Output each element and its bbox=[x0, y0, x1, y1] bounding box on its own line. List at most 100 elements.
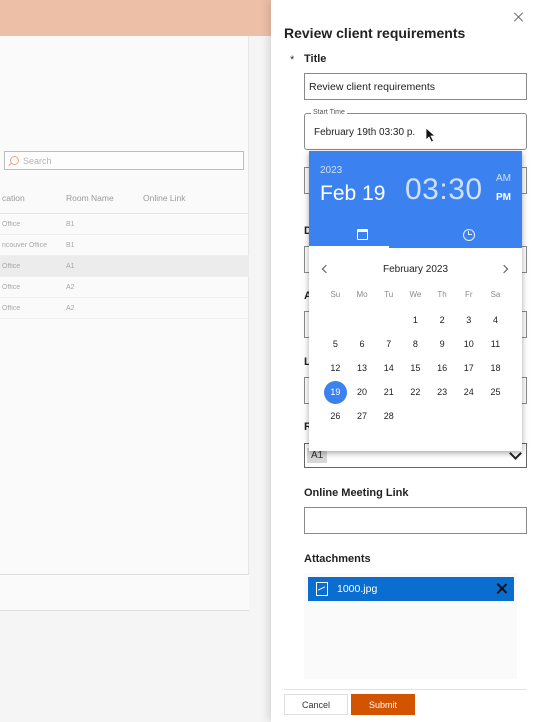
table-row[interactable]: Office A2 bbox=[0, 298, 249, 319]
picker-time[interactable]: 03:30 bbox=[405, 173, 483, 207]
calendar-day-number: 19 bbox=[323, 380, 347, 404]
calendar-day-number: 20 bbox=[357, 387, 368, 397]
calendar-day[interactable]: 17 bbox=[455, 356, 482, 380]
am-toggle[interactable]: AM bbox=[496, 173, 511, 184]
table-row[interactable]: Office A2 bbox=[0, 277, 249, 298]
calendar-day[interactable]: 16 bbox=[429, 356, 456, 380]
calendar-blank bbox=[322, 308, 349, 332]
table-cell: B1 bbox=[66, 241, 75, 249]
pm-toggle[interactable]: PM bbox=[496, 192, 511, 203]
picker-year[interactable]: 2023 bbox=[320, 165, 342, 176]
calendar-day[interactable]: 18 bbox=[482, 356, 509, 380]
calendar-day-number: 8 bbox=[412, 339, 418, 349]
next-month-button[interactable] bbox=[499, 263, 512, 277]
weekday-label: Sa bbox=[490, 290, 501, 299]
calendar-day-number: 21 bbox=[383, 387, 394, 397]
close-icon[interactable] bbox=[512, 10, 526, 24]
image-file-icon bbox=[316, 582, 328, 596]
calendar-day[interactable]: 3 bbox=[455, 308, 482, 332]
calendar-day[interactable]: 5 bbox=[322, 332, 349, 356]
calendar-day-selected[interactable]: 19 bbox=[322, 380, 349, 404]
table-row[interactable]: ncouver Office B1 bbox=[0, 235, 249, 256]
search-box[interactable]: Search bbox=[4, 151, 244, 170]
tab-date[interactable] bbox=[309, 221, 415, 248]
card-footer bbox=[0, 574, 249, 611]
calendar-day-number: 28 bbox=[383, 411, 394, 421]
rooms-table: cation Room Name Online Link Office B1 n… bbox=[0, 182, 249, 319]
calendar-day[interactable]: 14 bbox=[375, 356, 402, 380]
required-marker: * bbox=[290, 54, 295, 66]
calendar-day[interactable]: 15 bbox=[402, 356, 429, 380]
calendar-day-number: 3 bbox=[466, 315, 472, 325]
remove-attachment-icon[interactable] bbox=[495, 582, 508, 595]
mouse-cursor-icon bbox=[425, 127, 437, 143]
calendar-day[interactable]: 4 bbox=[482, 308, 509, 332]
start-time-value: February 19th 03:30 p. bbox=[314, 127, 416, 138]
calendar-day-number: 27 bbox=[357, 411, 368, 421]
calendar-day-number: 6 bbox=[359, 339, 365, 349]
calendar-day-number: 2 bbox=[439, 315, 445, 325]
calendar-day-number: 10 bbox=[463, 339, 474, 349]
table-cell: Office bbox=[2, 283, 21, 291]
active-tab-indicator bbox=[309, 246, 389, 248]
table-cell: A1 bbox=[66, 262, 75, 270]
calendar-day[interactable]: 22 bbox=[402, 380, 429, 404]
online-link-label: Online Meeting Link bbox=[304, 487, 409, 499]
weekday-label: Su bbox=[330, 290, 341, 299]
table-cell: Office bbox=[2, 304, 21, 312]
cancel-button[interactable]: Cancel bbox=[284, 694, 348, 715]
calendar-day[interactable]: 24 bbox=[455, 380, 482, 404]
column-header-room-name: Room Name bbox=[66, 192, 114, 203]
attachment-item[interactable]: 1000.jpg bbox=[308, 577, 514, 601]
search-icon bbox=[10, 156, 19, 165]
calendar-day[interactable]: 10 bbox=[455, 332, 482, 356]
table-row-selected[interactable]: Office A1 bbox=[0, 256, 249, 277]
calendar-day[interactable]: 21 bbox=[375, 380, 402, 404]
online-link-input[interactable] bbox=[304, 507, 527, 534]
calendar-day[interactable]: 25 bbox=[482, 380, 509, 404]
weekday-label: We bbox=[409, 290, 422, 299]
table-cell: Office bbox=[2, 262, 21, 270]
table-cell: B1 bbox=[66, 220, 75, 228]
calendar-day-number: 22 bbox=[410, 387, 421, 397]
app-banner bbox=[0, 0, 280, 36]
column-header-location: cation bbox=[2, 192, 25, 203]
calendar-day[interactable]: 13 bbox=[349, 356, 376, 380]
calendar-day[interactable]: 2 bbox=[429, 308, 456, 332]
search-placeholder: Search bbox=[23, 155, 52, 166]
calendar-day-number: 18 bbox=[490, 363, 501, 373]
table-row[interactable]: Office B1 bbox=[0, 214, 249, 235]
chevron-right-icon bbox=[499, 264, 509, 274]
calendar-day[interactable]: 27 bbox=[349, 404, 376, 428]
submit-button[interactable]: Submit bbox=[351, 694, 415, 715]
calendar-day[interactable]: 6 bbox=[349, 332, 376, 356]
calendar-day-number: 24 bbox=[463, 387, 474, 397]
tab-time[interactable] bbox=[416, 221, 522, 248]
calendar-day[interactable]: 11 bbox=[482, 332, 509, 356]
calendar-day-number: 15 bbox=[410, 363, 421, 373]
calendar-day[interactable]: 7 bbox=[375, 332, 402, 356]
start-time-label: Start Time bbox=[311, 109, 347, 116]
column-header-online-link: Online Link bbox=[143, 192, 186, 203]
table-cell: Office bbox=[2, 220, 21, 228]
picker-date[interactable]: Feb 19 bbox=[320, 182, 385, 206]
table-cell: ncouver Office bbox=[2, 241, 48, 249]
calendar-day[interactable]: 8 bbox=[402, 332, 429, 356]
calendar-day[interactable]: 20 bbox=[349, 380, 376, 404]
calendar-day-number: 26 bbox=[330, 411, 341, 421]
calendar-day[interactable]: 12 bbox=[322, 356, 349, 380]
calendar-blank bbox=[349, 308, 376, 332]
calendar-day[interactable]: 9 bbox=[429, 332, 456, 356]
calendar-day[interactable]: 26 bbox=[322, 404, 349, 428]
calendar-day-number: 14 bbox=[383, 363, 394, 373]
weekday-label: Th bbox=[437, 290, 447, 299]
calendar-day[interactable]: 28 bbox=[375, 404, 402, 428]
calendar-day[interactable]: 1 bbox=[402, 308, 429, 332]
title-input[interactable] bbox=[304, 73, 527, 100]
calendar-day-number: 16 bbox=[437, 363, 448, 373]
calendar-day[interactable]: 23 bbox=[429, 380, 456, 404]
calendar-blank bbox=[375, 308, 402, 332]
start-time-field[interactable]: Start Time February 19th 03:30 p. bbox=[304, 109, 527, 150]
calendar-day-number: 25 bbox=[490, 387, 501, 397]
calendar-day-number: 23 bbox=[437, 387, 448, 397]
